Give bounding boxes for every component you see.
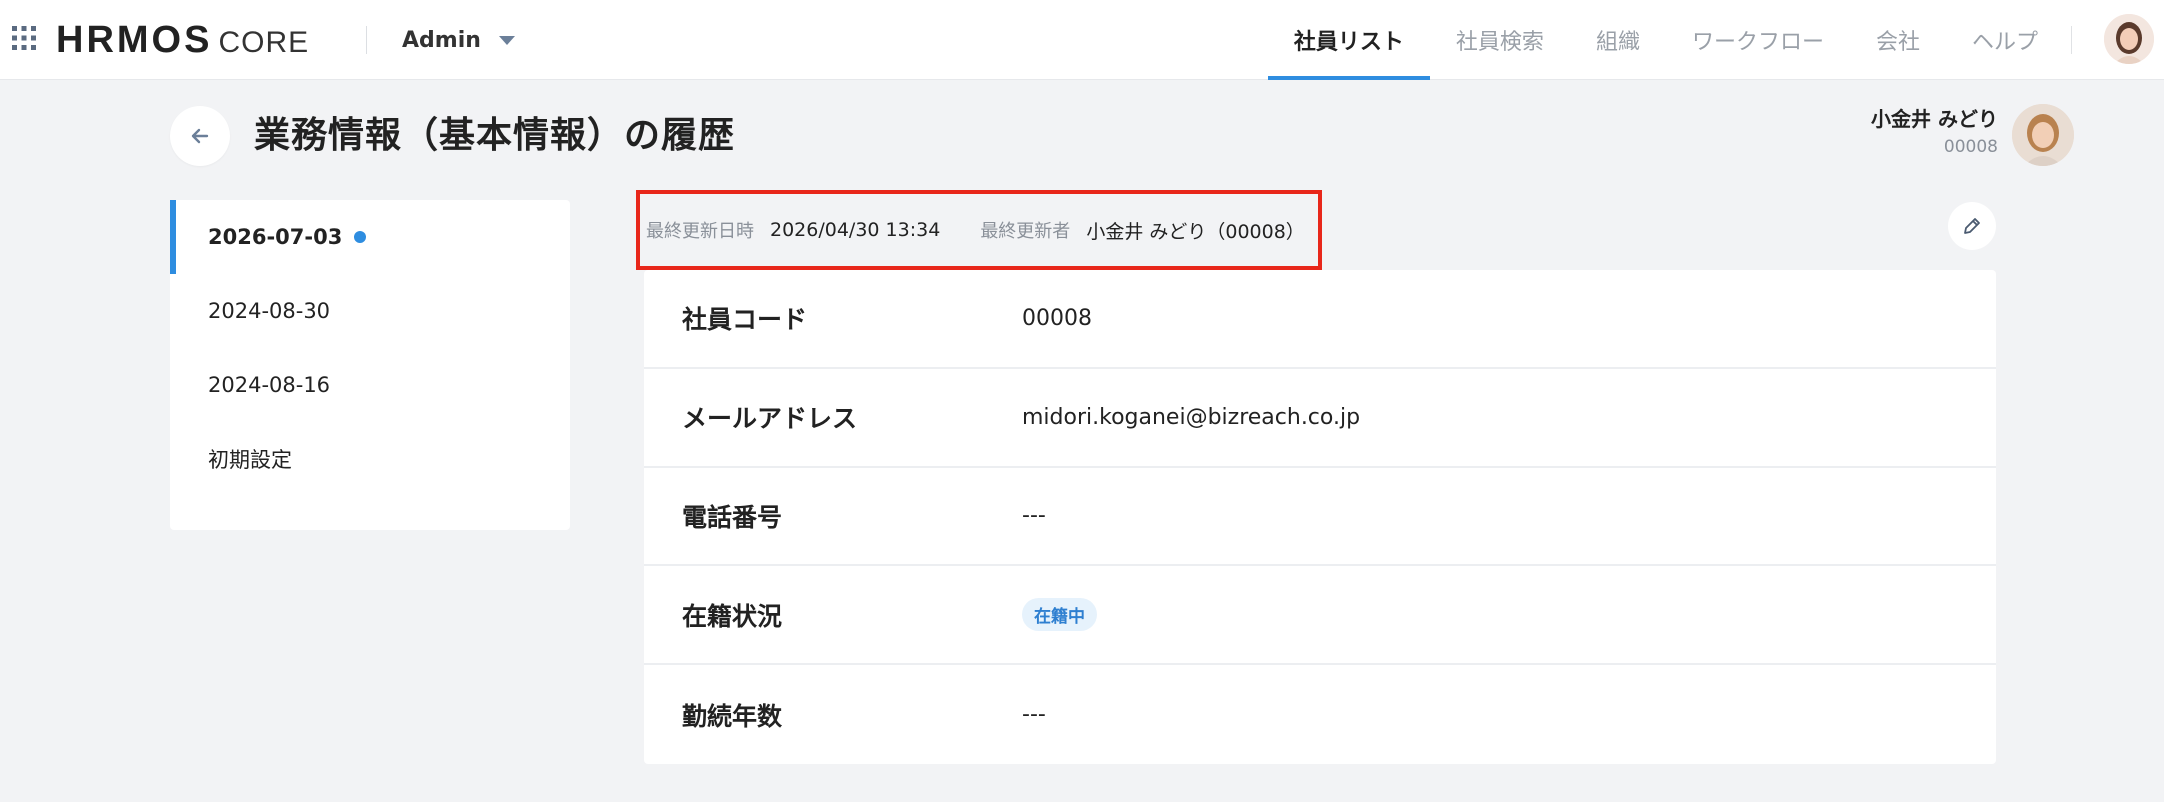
account-avatar[interactable] (2104, 14, 2154, 64)
row-value: midori.koganei@bizreach.co.jp (1022, 404, 1361, 430)
employee-code: 00008 (1943, 137, 1998, 157)
history-item[interactable]: 初期設定 (170, 422, 570, 496)
history-date-list: 2026-07-03 2024-08-30 2024-08-16 初期設定 (170, 200, 570, 530)
history-item-label: 2024-08-30 (208, 299, 331, 323)
pencil-icon (1964, 218, 1980, 234)
updated-at-value: 2026/04/30 13:34 (770, 219, 941, 241)
row-label: 勤続年数 (682, 701, 783, 731)
edit-button[interactable] (1948, 202, 1996, 250)
nav-label: ヘルプ (1971, 30, 2038, 55)
history-item-label: 2024-08-16 (208, 373, 331, 397)
nav-label: 会社 (1875, 30, 1920, 55)
basic-info-table: 社員コード 00008 メールアドレス midori.koganei@bizre… (644, 270, 1996, 764)
row-value: 在籍中 (1022, 598, 1097, 632)
nav-label: ワークフロー (1691, 30, 1824, 55)
status-badge: 在籍中 (1022, 598, 1097, 632)
table-row: メールアドレス midori.koganei@bizreach.co.jp (644, 369, 1996, 468)
current-dot-icon (354, 231, 367, 243)
row-label: 在籍状況 (682, 601, 783, 631)
nav-label: 組織 (1595, 30, 1640, 55)
main-nav: 社員リスト 社員検索 組織 ワークフロー 会社 ヘルプ (1267, 0, 2064, 80)
apps-grid-icon[interactable] (10, 24, 38, 52)
employee-avatar (2012, 104, 2074, 166)
role-dropdown[interactable]: Admin (402, 20, 515, 60)
hrmos-core-logo[interactable]: HRMOS CORE (56, 16, 309, 64)
row-value: --- (1022, 702, 1046, 728)
nav-help[interactable]: ヘルプ (1946, 0, 2064, 80)
arrow-left-icon (191, 128, 209, 144)
row-label: 社員コード (682, 305, 808, 335)
row-value: 00008 (1022, 305, 1092, 331)
history-item[interactable]: 2024-08-30 (170, 274, 570, 348)
nav-workflow[interactable]: ワークフロー (1666, 0, 1850, 80)
history-item[interactable]: 2024-08-16 (170, 348, 570, 422)
row-label: メールアドレス (682, 404, 858, 434)
updated-by-label: 最終更新者 (980, 221, 1071, 242)
table-row: 電話番号 --- (644, 468, 1996, 567)
chevron-down-icon (498, 35, 515, 45)
nav-label: 社員リスト (1293, 30, 1404, 55)
nav-employee-list[interactable]: 社員リスト (1267, 0, 1430, 80)
updated-by-value: 小金井 みどり（00008） (1086, 220, 1305, 243)
history-item-label: 初期設定 (208, 448, 292, 472)
updated-at-label: 最終更新日時 (646, 221, 754, 242)
logo-sub-text: CORE (218, 26, 310, 59)
page-title: 業務情報（基本情報）の履歴 (254, 115, 736, 156)
employee-info: 小金井 みどり 00008 (1871, 104, 1998, 166)
header-divider (2071, 26, 2072, 54)
table-row: 在籍状況 在籍中 (644, 566, 1996, 666)
role-label: Admin (402, 27, 481, 53)
nav-company[interactable]: 会社 (1850, 0, 1946, 80)
employee-name: 小金井 みどり (1871, 107, 1998, 131)
table-row: 社員コード 00008 (644, 270, 1996, 369)
avatar-image (2104, 14, 2154, 64)
nav-employee-search[interactable]: 社員検索 (1430, 0, 1570, 80)
avatar-image (2012, 104, 2074, 166)
history-item[interactable]: 2026-07-03 (170, 200, 570, 274)
header-divider (366, 26, 367, 54)
logo-main-text: HRMOS (56, 19, 213, 61)
nav-organization[interactable]: 組織 (1570, 0, 1666, 80)
table-row: 勤続年数 --- (644, 665, 1996, 764)
history-item-label: 2026-07-03 (208, 225, 343, 249)
back-button[interactable] (170, 106, 230, 166)
top-navigation-bar: HRMOS CORE Admin 社員リスト 社員検索 組織 ワークフロー 会社… (0, 0, 2164, 80)
last-update-info: 最終更新日時 2026/04/30 13:34 最終更新者 小金井 みどり（00… (636, 190, 1322, 270)
nav-label: 社員検索 (1455, 30, 1544, 55)
row-label: 電話番号 (682, 502, 783, 532)
row-value: --- (1022, 503, 1046, 529)
